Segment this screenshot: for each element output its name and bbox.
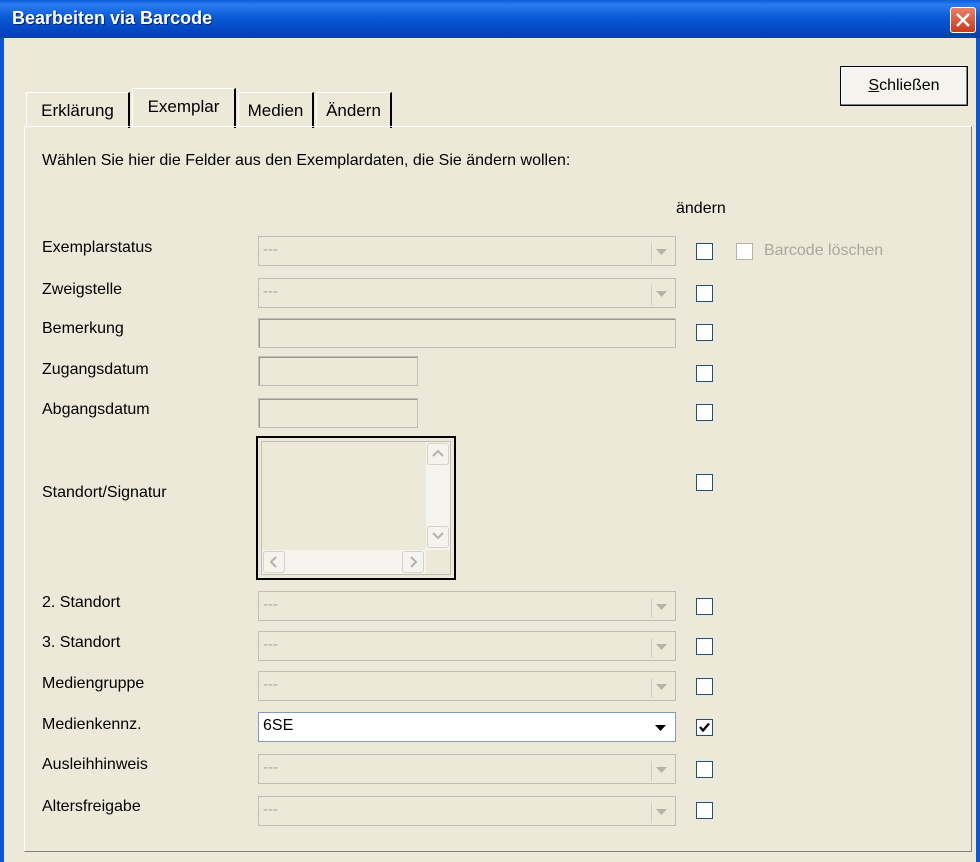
- altersfreigabe-label: Altersfreigabe: [42, 798, 141, 815]
- close-icon: [956, 13, 970, 27]
- abgangsdatum-change-checkbox[interactable]: [696, 404, 713, 421]
- chevron-down-icon[interactable]: [651, 678, 671, 698]
- ausleihhinweis-value: ---: [263, 759, 278, 776]
- tab-exemplar[interactable]: Exemplar: [132, 88, 236, 128]
- tab-exemplar-label: Exemplar: [147, 97, 220, 116]
- standort3-label: 3. Standort: [42, 634, 121, 651]
- window-frame-left: [0, 38, 4, 862]
- standort-signatur-inner: [261, 441, 451, 575]
- chevron-down-icon[interactable]: [651, 598, 671, 618]
- bemerkung-label: Bemerkung: [42, 320, 124, 337]
- aendern-column-header: ändern: [676, 200, 726, 217]
- barcode-loeschen-label: Barcode löschen: [764, 242, 884, 259]
- chevron-left-icon: [269, 556, 277, 568]
- chevron-down-icon[interactable]: [651, 719, 671, 739]
- tab-aendern[interactable]: Ändern: [316, 92, 392, 128]
- zweigstelle-change-checkbox[interactable]: [696, 285, 713, 302]
- standort2-value: ---: [263, 596, 278, 613]
- altersfreigabe-change-checkbox[interactable]: [696, 802, 713, 819]
- abgangsdatum-label: Abgangsdatum: [42, 401, 150, 418]
- bemerkung-change-checkbox[interactable]: [696, 324, 713, 341]
- ausleihhinweis-label: Ausleihhinweis: [42, 756, 148, 773]
- zugangsdatum-field[interactable]: [258, 356, 418, 386]
- chevron-down-icon[interactable]: [651, 638, 671, 658]
- horizontal-scrollbar[interactable]: [262, 550, 426, 574]
- zugangsdatum-change-checkbox[interactable]: [696, 365, 713, 382]
- mediengruppe-label: Mediengruppe: [42, 675, 145, 692]
- scroll-right-button[interactable]: [402, 551, 424, 573]
- instruction-text: Wählen Sie hier die Felder aus den Exemp…: [42, 152, 571, 169]
- chevron-down-icon[interactable]: [651, 285, 671, 305]
- title-bar: Bearbeiten via Barcode: [0, 0, 980, 38]
- mediengruppe-value: ---: [263, 676, 278, 693]
- standort-signatur-change-checkbox[interactable]: [696, 474, 713, 491]
- standort-signatur-textarea[interactable]: [256, 436, 456, 580]
- scroll-down-button[interactable]: [427, 526, 449, 548]
- schliessen-label: chließen: [879, 77, 940, 94]
- chevron-down-icon[interactable]: [651, 761, 671, 781]
- bemerkung-field[interactable]: [258, 318, 676, 348]
- standort-signatur-label: Standort/Signatur: [42, 484, 167, 501]
- medienkennz-value: 6SE: [263, 717, 294, 734]
- exemplarstatus-change-checkbox[interactable]: [696, 243, 713, 260]
- vertical-scrollbar[interactable]: [426, 442, 450, 550]
- zweigstelle-label: Zweigstelle: [42, 281, 123, 298]
- medienkennz-select[interactable]: 6SE: [258, 712, 676, 742]
- standort3-change-checkbox[interactable]: [696, 638, 713, 655]
- window-title: Bearbeiten via Barcode: [12, 8, 213, 28]
- ausleihhinweis-select[interactable]: ---: [258, 754, 676, 784]
- chevron-down-icon[interactable]: [651, 803, 671, 823]
- window-close-button[interactable]: [950, 7, 976, 33]
- barcode-loeschen-checkbox[interactable]: [736, 243, 753, 260]
- medienkennz-change-checkbox[interactable]: [696, 719, 713, 736]
- tab-medien[interactable]: Medien: [238, 92, 314, 128]
- altersfreigabe-value: ---: [263, 801, 278, 818]
- schliessen-button[interactable]: Schließen: [840, 66, 968, 106]
- chevron-down-icon[interactable]: [651, 243, 671, 263]
- standort3-value: ---: [263, 636, 278, 653]
- zweigstelle-select[interactable]: ---: [258, 278, 676, 308]
- tab-erklaerung[interactable]: Erklärung: [26, 92, 130, 128]
- standort3-select[interactable]: ---: [258, 631, 676, 661]
- exemplarstatus-value: ---: [263, 241, 278, 258]
- chevron-down-icon: [432, 532, 444, 540]
- zugangsdatum-label: Zugangsdatum: [42, 361, 149, 378]
- standort2-change-checkbox[interactable]: [696, 598, 713, 615]
- checkmark-icon: [699, 722, 710, 733]
- exemplarstatus-select[interactable]: ---: [258, 236, 676, 266]
- abgangsdatum-field[interactable]: [258, 398, 418, 428]
- window-frame-right: [976, 38, 980, 862]
- mediengruppe-change-checkbox[interactable]: [696, 678, 713, 695]
- mediengruppe-select[interactable]: ---: [258, 671, 676, 701]
- exemplarstatus-label: Exemplarstatus: [42, 239, 153, 256]
- tab-medien-label: Medien: [247, 101, 304, 120]
- tab-aendern-label: Ändern: [326, 101, 381, 120]
- zweigstelle-value: ---: [263, 283, 278, 300]
- ausleihhinweis-change-checkbox[interactable]: [696, 761, 713, 778]
- scroll-up-button[interactable]: [427, 443, 449, 465]
- chevron-up-icon: [432, 449, 444, 457]
- tab-erklaerung-label: Erklärung: [41, 101, 114, 120]
- altersfreigabe-select[interactable]: ---: [258, 796, 676, 826]
- standort2-select[interactable]: ---: [258, 591, 676, 621]
- standort2-label: 2. Standort: [42, 594, 121, 611]
- schliessen-accel: S: [868, 77, 880, 94]
- chevron-right-icon: [410, 556, 418, 568]
- medienkennz-label: Medienkennz.: [42, 716, 142, 733]
- scroll-left-button[interactable]: [263, 551, 285, 573]
